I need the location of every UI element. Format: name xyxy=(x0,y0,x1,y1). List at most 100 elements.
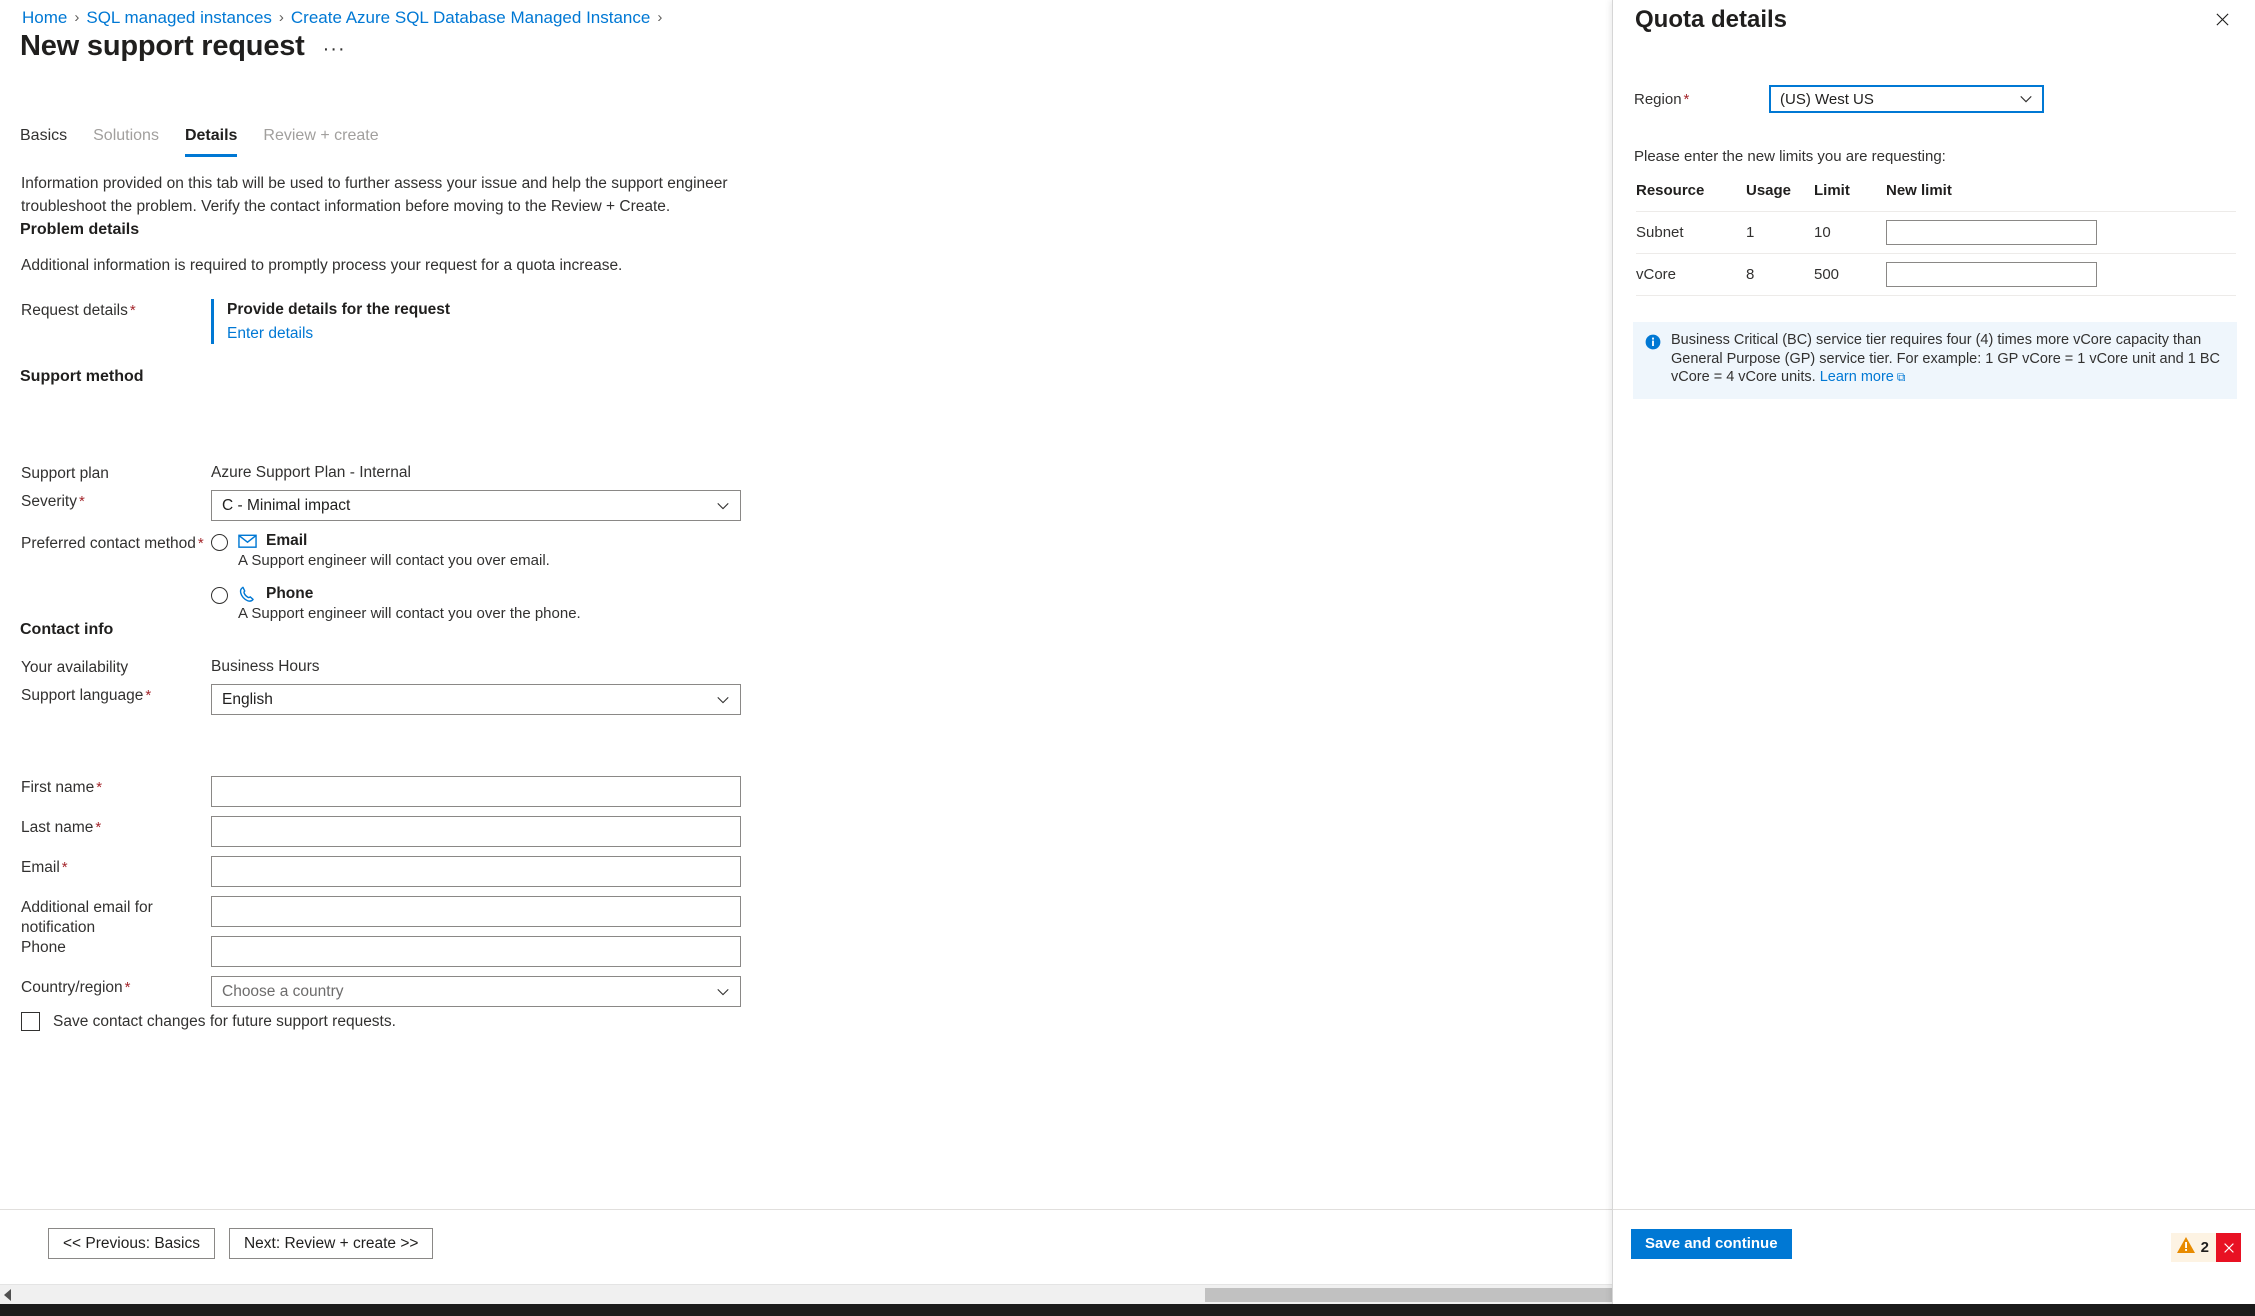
severity-selected-value: C - Minimal impact xyxy=(222,497,351,514)
radio-phone-head: Phone xyxy=(238,585,581,603)
cell-new-limit xyxy=(1886,253,2236,296)
previous-basics-button[interactable]: << Previous: Basics xyxy=(48,1228,215,1259)
table-row: Subnet 1 10 xyxy=(1636,211,2236,254)
additional-email-input[interactable] xyxy=(211,896,741,927)
next-review-create-button[interactable]: Next: Review + create >> xyxy=(228,1228,434,1259)
required-asterisk: * xyxy=(61,859,68,876)
tab-solutions[interactable]: Solutions xyxy=(93,127,159,157)
chevron-down-icon xyxy=(716,693,730,707)
country-region-label: Country/region * xyxy=(21,976,211,998)
preferred-contact-method-label: Preferred contact method * xyxy=(21,532,211,554)
preferred-contact-method-label-text: Preferred contact method xyxy=(21,535,196,552)
severity-label-text: Severity xyxy=(21,493,77,510)
warning-triangle-icon xyxy=(2176,1236,2196,1259)
required-asterisk: * xyxy=(95,819,102,836)
enter-details-link[interactable]: Enter details xyxy=(227,323,450,344)
radio-option-email[interactable]: Email A Support engineer will contact yo… xyxy=(211,532,581,570)
country-region-select[interactable]: Choose a country xyxy=(211,976,741,1007)
save-contact-changes-label: Save contact changes for future support … xyxy=(53,1012,396,1030)
horizontal-scrollbar[interactable] xyxy=(0,1284,1612,1304)
email-row: Email * xyxy=(21,856,741,887)
breadcrumb-separator-icon: › xyxy=(657,9,663,26)
radio-email-description: A Support engineer will contact you over… xyxy=(238,552,550,569)
cell-new-limit xyxy=(1886,211,2236,254)
chevron-down-icon xyxy=(716,499,730,513)
quota-table-head: Resource Usage Limit New limit xyxy=(1636,182,2236,212)
scroll-left-arrow-icon[interactable] xyxy=(4,1289,11,1301)
panel-title: Quota details xyxy=(1635,6,1788,33)
tab-basics[interactable]: Basics xyxy=(20,127,67,157)
phone-input[interactable] xyxy=(211,936,741,967)
page-title: New support request xyxy=(20,30,305,62)
email-input[interactable] xyxy=(211,856,741,887)
save-contact-changes-row[interactable]: Save contact changes for future support … xyxy=(21,1012,396,1031)
support-plan-value: Azure Support Plan - Internal xyxy=(211,464,411,481)
chevron-down-icon xyxy=(2019,92,2033,106)
main-blade: Home › SQL managed instances › Create Az… xyxy=(0,0,1612,1316)
save-and-continue-button[interactable]: Save and continue xyxy=(1631,1228,1792,1259)
panel-footer: Save and continue xyxy=(1613,1209,2255,1277)
quota-instruction: Please enter the new limits you are requ… xyxy=(1634,148,1946,165)
breadcrumb-item-create-managed-instance[interactable]: Create Azure SQL Database Managed Instan… xyxy=(291,8,650,28)
region-row: Region * (US) West US xyxy=(1634,85,2044,113)
breadcrumb-separator-icon: › xyxy=(74,9,80,26)
breadcrumb: Home › SQL managed instances › Create Az… xyxy=(22,8,662,28)
callout-title: Provide details for the request xyxy=(227,301,451,318)
info-banner: Business Critical (BC) service tier requ… xyxy=(1633,322,2237,399)
request-details-callout: Provide details for the request Enter de… xyxy=(211,299,450,344)
required-asterisk: * xyxy=(124,979,131,996)
email-icon xyxy=(238,533,257,549)
column-header-usage: Usage xyxy=(1746,182,1814,212)
column-header-limit: Limit xyxy=(1814,182,1886,212)
warning-notification[interactable]: 2 xyxy=(2170,1233,2216,1262)
table-row: vCore 8 500 xyxy=(1636,253,2236,296)
more-options-icon[interactable]: ··· xyxy=(323,39,346,59)
contact-method-radio-group: Email A Support engineer will contact yo… xyxy=(211,532,581,623)
availability-label: Your availability xyxy=(21,659,129,676)
email-label: Email * xyxy=(21,856,211,878)
severity-select[interactable]: C - Minimal impact xyxy=(211,490,741,521)
support-language-row: Support language * English xyxy=(21,684,741,715)
tab-details[interactable]: Details xyxy=(184,127,238,157)
new-limit-input-vcore[interactable] xyxy=(1886,262,2097,287)
request-details-label: Request details * xyxy=(21,299,211,321)
close-icon[interactable] xyxy=(2207,4,2237,34)
severity-row: Severity * C - Minimal impact xyxy=(21,490,741,521)
country-region-label-text: Country/region xyxy=(21,979,123,996)
country-region-placeholder: Choose a country xyxy=(222,983,344,1000)
email-label-text: Email xyxy=(21,859,60,876)
additional-email-label: Additional email for notification xyxy=(21,899,153,936)
first-name-input[interactable] xyxy=(211,776,741,807)
scrollbar-thumb[interactable] xyxy=(1205,1288,1612,1302)
radio-email-button[interactable] xyxy=(211,534,228,551)
phone-icon xyxy=(238,586,257,602)
tab-review-create[interactable]: Review + create xyxy=(263,127,378,157)
support-language-label-text: Support language xyxy=(21,687,144,704)
required-asterisk: * xyxy=(129,302,136,319)
quota-table-header-row: Resource Usage Limit New limit xyxy=(1636,182,2236,212)
support-language-select[interactable]: English xyxy=(211,684,741,715)
breadcrumb-item-sql-managed-instances[interactable]: SQL managed instances xyxy=(86,8,272,28)
breadcrumb-item-home[interactable]: Home xyxy=(22,8,67,28)
save-contact-changes-checkbox[interactable] xyxy=(21,1012,40,1031)
required-asterisk: * xyxy=(145,687,152,704)
quota-table: Resource Usage Limit New limit Subnet 1 … xyxy=(1636,182,2236,296)
required-asterisk: * xyxy=(197,535,204,552)
external-link-icon: ⧉ xyxy=(1896,370,1906,384)
support-plan-row: Support plan Azure Support Plan - Intern… xyxy=(21,462,411,484)
radio-option-phone[interactable]: Phone A Support engineer will contact yo… xyxy=(211,585,581,623)
breadcrumb-separator-icon: › xyxy=(278,9,284,26)
learn-more-link[interactable]: Learn more xyxy=(1820,369,1894,385)
warning-count: 2 xyxy=(2200,1239,2209,1256)
region-selected-value: (US) West US xyxy=(1780,90,1874,108)
new-limit-input-subnet[interactable] xyxy=(1886,220,2097,245)
tab-description: Information provided on this tab will be… xyxy=(21,175,728,215)
required-asterisk: * xyxy=(96,779,103,796)
close-icon[interactable] xyxy=(2216,1233,2241,1262)
problem-details-description: Additional information is required to pr… xyxy=(21,257,623,274)
info-icon xyxy=(1645,334,1661,350)
radio-phone-button[interactable] xyxy=(211,587,228,604)
last-name-input[interactable] xyxy=(211,816,741,847)
region-select[interactable]: (US) West US xyxy=(1769,85,2044,113)
section-heading-contact-info: Contact info xyxy=(20,621,114,638)
